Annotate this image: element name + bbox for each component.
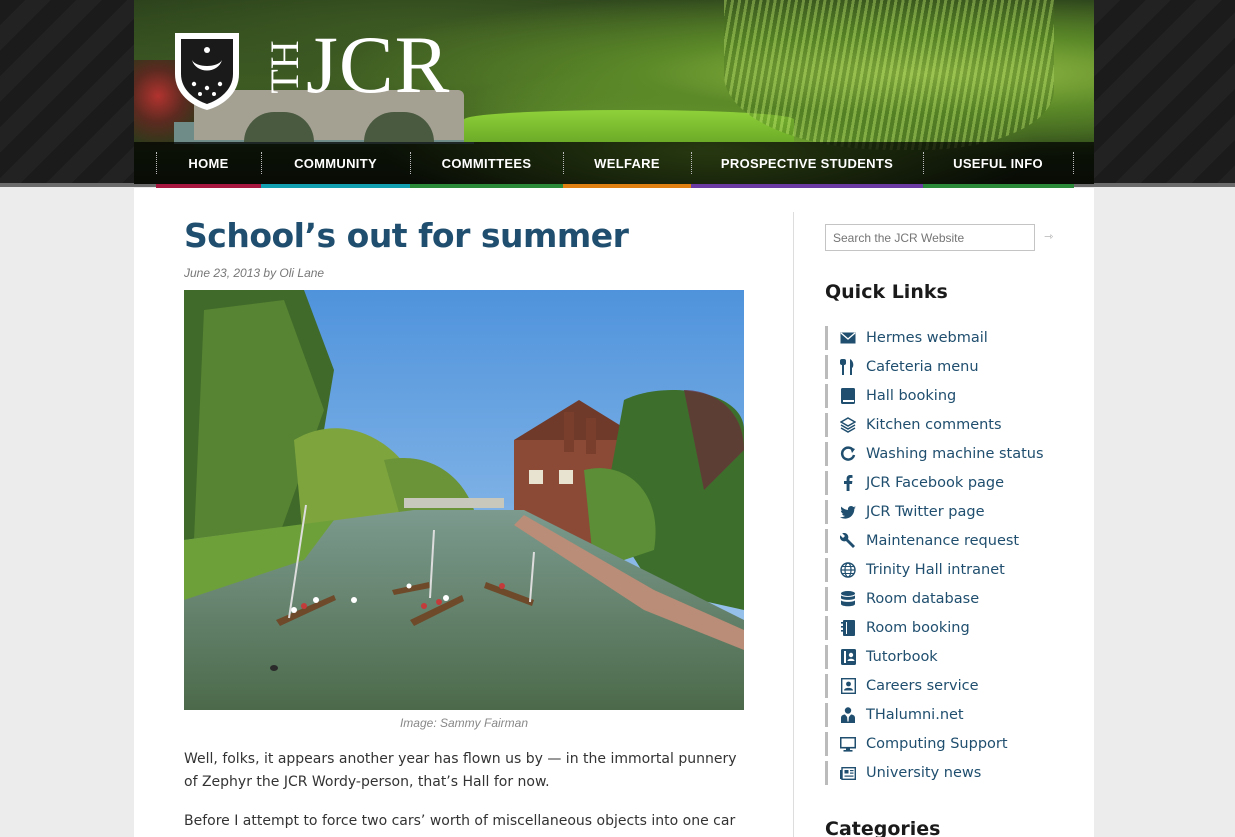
crest-icon[interactable] <box>172 30 242 112</box>
nav-committees[interactable]: COMMITTEES <box>410 142 563 184</box>
quick-link-label: University news <box>866 765 982 781</box>
wrench-icon <box>839 532 857 550</box>
search-arrow-icon[interactable]: ⇾ <box>1044 230 1053 243</box>
nav-separator <box>1073 152 1074 174</box>
site-logo-text[interactable]: JCR <box>306 24 450 106</box>
layers-icon <box>839 416 857 434</box>
quick-link-washing-machine-status[interactable]: Washing machine status <box>825 442 1065 466</box>
nav-home[interactable]: HOME <box>156 142 261 184</box>
quick-link-hermes-webmail[interactable]: Hermes webmail <box>825 326 1065 350</box>
database-icon <box>839 590 857 608</box>
nav-community[interactable]: COMMUNITY <box>261 142 410 184</box>
facebook-icon <box>839 474 857 492</box>
quick-link-maintenance-request[interactable]: Maintenance request <box>825 529 1065 553</box>
quick-link-label: JCR Twitter page <box>866 504 985 520</box>
photo-caption: Image: Sammy Fairman <box>399 716 529 730</box>
post-paragraph: Before I attempt to force two cars’ wort… <box>184 813 736 837</box>
user-tie-icon <box>839 706 857 724</box>
sidebar-divider <box>793 212 794 837</box>
quick-link-label: Room booking <box>866 620 970 636</box>
header-lawn <box>464 110 794 142</box>
quick-link-trinity-hall-intranet[interactable]: Trinity Hall intranet <box>825 558 1065 582</box>
nav-prospective-students[interactable]: PROSPECTIVE STUDENTS <box>691 142 923 184</box>
newspaper-icon <box>839 764 857 782</box>
quick-link-room-database[interactable]: Room database <box>825 587 1065 611</box>
main-nav: HOME COMMUNITY COMMITTEES WELFARE PROSPE… <box>156 142 1074 189</box>
punting-photo <box>184 290 744 710</box>
quick-link-jcr-twitter-page[interactable]: JCR Twitter page <box>825 500 1065 524</box>
quick-link-label: Tutorbook <box>866 649 938 665</box>
quick-link-label: Hermes webmail <box>866 330 988 346</box>
notebook-icon <box>839 619 857 637</box>
post-photo <box>184 290 744 710</box>
cutlery-icon <box>839 358 857 376</box>
post-paragraph: Well, folks, it appears another year has… <box>184 751 737 790</box>
nav-useful-info[interactable]: USEFUL INFO <box>923 142 1073 184</box>
header-willow <box>724 0 1054 150</box>
quick-link-label: Hall booking <box>866 388 957 404</box>
twitter-icon <box>839 503 857 521</box>
quick-link-label: Washing machine status <box>866 446 1044 462</box>
quick-link-label: JCR Facebook page <box>866 475 1005 491</box>
nav-welfare[interactable]: WELFARE <box>563 142 691 184</box>
refresh-icon <box>839 445 857 463</box>
quick-link-label: Trinity Hall intranet <box>866 562 1005 578</box>
monitor-icon <box>839 735 857 753</box>
quick-link-label: Cafeteria menu <box>866 359 979 375</box>
quick-link-careers-service[interactable]: Careers service <box>825 674 1065 698</box>
quick-link-tutorbook[interactable]: Tutorbook <box>825 645 1065 669</box>
quick-link-kitchen-comments[interactable]: Kitchen comments <box>825 413 1065 437</box>
page-content: School’s out for summer June 23, 2013 by… <box>134 188 1094 837</box>
book-icon <box>839 387 857 405</box>
quick-link-hall-booking[interactable]: Hall booking <box>825 384 1065 408</box>
quick-link-cafeteria-menu[interactable]: Cafeteria menu <box>825 355 1065 379</box>
quick-link-label: Maintenance request <box>866 533 1020 549</box>
quick-link-computing-support[interactable]: Computing Support <box>825 732 1065 756</box>
quick-link-label: Room database <box>866 591 980 607</box>
envelope-icon <box>839 329 857 347</box>
categories-heading: Categories <box>825 818 941 837</box>
post-title[interactable]: School’s out for summer <box>184 216 629 255</box>
search-input[interactable] <box>825 224 1035 251</box>
quick-link-university-news[interactable]: University news <box>825 761 1065 785</box>
quick-link-label: Careers service <box>866 678 979 694</box>
quick-links-heading: Quick Links <box>825 281 948 303</box>
quick-link-label: Kitchen comments <box>866 417 1002 433</box>
globe-icon <box>839 561 857 579</box>
id-card-icon <box>839 677 857 695</box>
quick-link-label: THalumni.net <box>866 707 964 723</box>
quick-link-room-booking[interactable]: Room booking <box>825 616 1065 640</box>
contact-book-icon <box>839 648 857 666</box>
quick-link-thalumni[interactable]: THalumni.net <box>825 703 1065 727</box>
quick-link-label: Computing Support <box>866 736 1008 752</box>
post-meta: June 23, 2013 by Oli Lane <box>184 266 325 280</box>
quick-link-jcr-facebook-page[interactable]: JCR Facebook page <box>825 471 1065 495</box>
